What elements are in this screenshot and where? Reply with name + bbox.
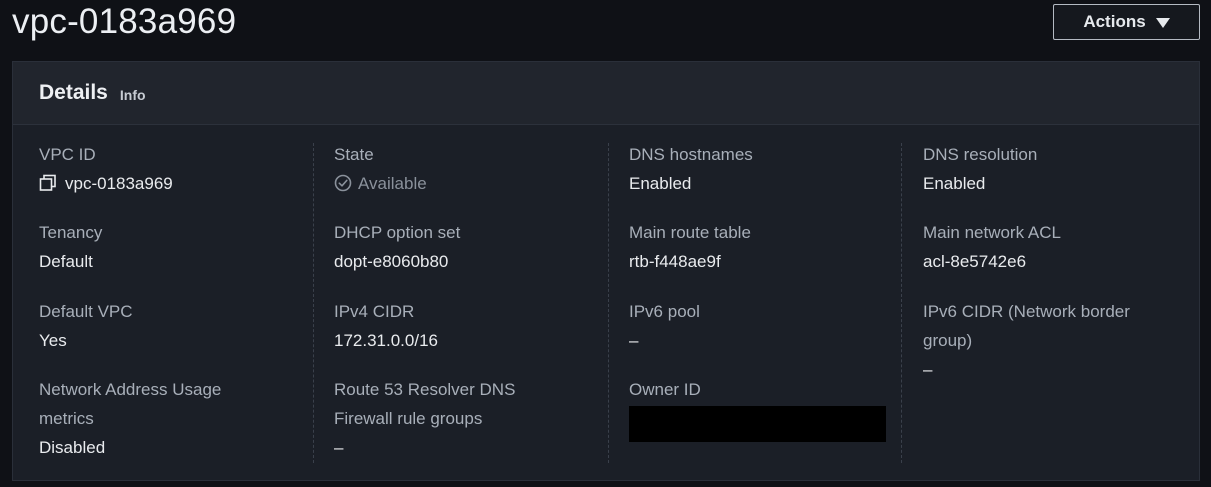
details-panel-header: Details Info [13, 62, 1199, 125]
field-value: acl-8e5742e6 [923, 252, 1027, 271]
field-value: 172.31.0.0/16 [334, 331, 438, 350]
field-label: State [334, 145, 374, 164]
field-dns-hostnames: DNS hostnames Enabled [629, 140, 753, 198]
field-label: Main network ACL [923, 223, 1061, 242]
field-label: IPv4 CIDR [334, 302, 415, 321]
field-ipv6-pool: IPv6 pool – [629, 297, 700, 355]
field-value: rtb-f448ae9f [629, 252, 721, 271]
field-main-network-acl: Main network ACL acl-8e5742e6 [923, 218, 1061, 276]
field-label: DNS hostnames [629, 145, 753, 164]
column-divider [313, 143, 314, 463]
field-value: Enabled [629, 174, 692, 193]
field-label: metrics [39, 409, 94, 428]
field-label: IPv6 CIDR (Network border [923, 302, 1130, 321]
field-label: VPC ID [39, 145, 96, 164]
field-value: vpc-0183a969 [39, 169, 173, 198]
vpc-detail-page: vpc-0183a969 Actions Details Info VPC ID [0, 0, 1211, 487]
field-label: Default VPC [39, 302, 133, 321]
field-value: Default [39, 252, 93, 271]
column-divider [608, 143, 609, 463]
details-grid: VPC ID vpc-0183a969 Tenancy Default Defa… [13, 125, 1199, 480]
copy-icon[interactable] [39, 174, 57, 192]
field-value: Yes [39, 331, 67, 350]
field-dns-resolution: DNS resolution Enabled [923, 140, 1037, 198]
details-column-1: VPC ID vpc-0183a969 Tenancy Default Defa… [39, 140, 299, 465]
details-column-3: DNS hostnames Enabled Main route table r… [629, 140, 889, 465]
page-title: vpc-0183a969 [12, 2, 237, 41]
info-link[interactable]: Info [120, 87, 146, 103]
field-value: Disabled [39, 438, 106, 457]
field-label: group) [923, 331, 973, 350]
vpc-id-value: vpc-0183a969 [65, 174, 173, 193]
field-value: Enabled [923, 174, 986, 193]
field-ipv4-cidr: IPv4 CIDR 172.31.0.0/16 [334, 297, 438, 355]
state-value: Available [358, 174, 427, 193]
field-value: – [923, 360, 933, 379]
field-state: State Available [334, 140, 427, 198]
field-value: dopt-e8060b80 [334, 252, 449, 271]
field-dhcp-option-set: DHCP option set dopt-e8060b80 [334, 218, 460, 276]
field-main-route-table: Main route table rtb-f448ae9f [629, 218, 751, 276]
field-value: – [629, 331, 639, 350]
field-route53-resolver: Route 53 Resolver DNS Firewall rule grou… [334, 375, 515, 462]
field-label: Tenancy [39, 223, 103, 242]
field-label: Main route table [629, 223, 751, 242]
details-column-4: DNS resolution Enabled Main network ACL … [923, 140, 1183, 465]
field-label: DNS resolution [923, 145, 1038, 164]
details-panel: Details Info VPC ID vpc-0183a969 Tenancy… [12, 61, 1200, 481]
column-divider [901, 143, 902, 463]
field-owner-id: Owner ID [629, 375, 886, 442]
field-vpc-id: VPC ID vpc-0183a969 [39, 140, 173, 198]
field-default-vpc: Default VPC Yes [39, 297, 133, 355]
field-label: IPv6 pool [629, 302, 700, 321]
redacted-owner-id [629, 406, 886, 442]
field-tenancy: Tenancy Default [39, 218, 102, 276]
details-title: Details [39, 81, 108, 104]
caret-down-icon [1155, 17, 1170, 28]
field-label: Firewall rule groups [334, 409, 483, 428]
field-value: – [334, 438, 344, 457]
field-label: DHCP option set [334, 223, 461, 242]
field-ipv6-cidr: IPv6 CIDR (Network border group) – [923, 297, 1130, 384]
details-column-2: State Available DHCP option set dopt-e80… [334, 140, 594, 465]
field-value: Available [334, 169, 427, 198]
field-label: Owner ID [629, 380, 701, 399]
field-network-address-usage: Network Address Usage metrics Disabled [39, 375, 221, 462]
field-label: Network Address Usage [39, 380, 222, 399]
field-label: Route 53 Resolver DNS [334, 380, 516, 399]
actions-button[interactable]: Actions [1053, 4, 1200, 40]
check-circle-icon [334, 174, 352, 192]
actions-button-label: Actions [1083, 12, 1146, 31]
